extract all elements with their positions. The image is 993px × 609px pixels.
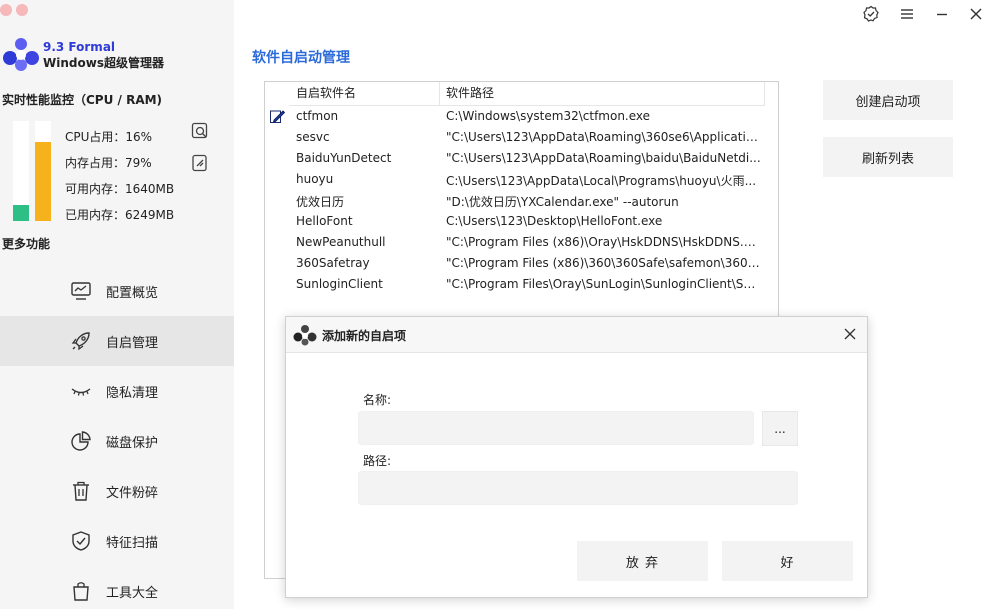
used-memory-label: 已用内存：6249MB	[65, 208, 175, 222]
cell-name: BaiduYunDetect	[296, 151, 392, 165]
table-row[interactable]: HelloFont C:\Users\123\Desktop\HelloFont.…	[265, 211, 765, 232]
app-name: 9.3 Formal	[43, 40, 116, 54]
menu-icon[interactable]	[898, 5, 916, 23]
table-row[interactable]: NewPeanuthull "C:\Program Files (x86)\Ora…	[265, 232, 765, 253]
minimize-icon[interactable]	[933, 5, 951, 23]
cpu-usage-fill	[13, 205, 29, 221]
cell-path: C:\Windows\system32\ctfmon.exe	[446, 109, 651, 123]
table-row[interactable]: sesvc "C:\Users\123\AppData\Roaming\360se…	[265, 127, 765, 148]
cell-name: 优效日历	[296, 195, 345, 209]
column-header-name[interactable]: 自启软件名	[289, 82, 440, 106]
nav-item-shredder[interactable]: 文件粉碎	[0, 466, 234, 516]
nav-item-startup[interactable]: 自启管理	[0, 316, 234, 366]
cell-path: "C:\Users\123\AppData\Roaming\360se6\App…	[446, 130, 761, 144]
rocket-icon	[71, 332, 90, 351]
table-row[interactable]: 优效日历 "D:\优效日历\YXCalendar.exe" --autorun	[265, 190, 765, 211]
nav-item-scan[interactable]: 特征扫描	[0, 516, 234, 566]
cell-name: sesvc	[296, 130, 330, 144]
pie-chart-icon	[71, 431, 91, 451]
shield-icon	[72, 531, 90, 551]
path-input[interactable]	[358, 471, 798, 505]
nav-label: 文件粉碎	[106, 485, 159, 501]
verified-badge-icon[interactable]	[862, 5, 880, 23]
cell-path: C:\Users\123\AppData\Local\Programs\huoy…	[446, 174, 757, 188]
dialog-title: 添加新的自启项	[322, 329, 407, 343]
monitor-icon	[71, 282, 91, 300]
close-icon[interactable]	[967, 5, 985, 23]
perf-title: 实时性能监控（CPU / RAM)	[2, 93, 163, 107]
nav-label: 特征扫描	[106, 535, 159, 551]
memory-usage-fill	[35, 142, 51, 221]
cpu-usage-label: CPU占用：16%	[65, 130, 153, 144]
nav-label: 工具大全	[106, 585, 159, 601]
available-memory-label: 可用内存：1640MB	[65, 182, 175, 196]
cancel-button[interactable]: 放 弃	[577, 541, 708, 581]
nav-label: 配置概览	[106, 285, 159, 301]
eye-closed-icon	[71, 388, 91, 396]
close-window-dot[interactable]	[0, 4, 12, 16]
nav-label: 磁盘保护	[106, 435, 159, 451]
table-row[interactable]: ctfmon C:\Windows\system32\ctfmon.exe	[265, 106, 765, 127]
cell-path: "C:\Program Files\Oray\SunLogin\Sunlogin…	[446, 277, 761, 291]
bag-icon	[73, 582, 89, 601]
create-startup-button[interactable]: 创建启动项	[823, 80, 953, 120]
refresh-list-button[interactable]: 刷新列表	[823, 137, 953, 177]
add-startup-dialog: 添加新的自启项 名称: ... 路径: 放 弃 好	[285, 316, 868, 598]
memory-clean-icon[interactable]	[191, 154, 209, 172]
name-input[interactable]	[358, 411, 754, 445]
cell-path: C:\Users\123\Desktop\HelloFont.exe	[446, 214, 663, 228]
close-icon[interactable]	[842, 326, 858, 342]
cell-name: 360Safetray	[296, 256, 370, 270]
cell-name: ctfmon	[296, 109, 339, 123]
memory-usage-label: 内存占用：79%	[65, 156, 152, 170]
cell-path: "D:\优效日历\YXCalendar.exe" --autorun	[446, 195, 679, 209]
nav-item-disk[interactable]: 磁盘保护	[0, 416, 234, 466]
cpu-usage-bar	[13, 121, 29, 221]
more-features-title: 更多功能	[2, 237, 51, 251]
memory-usage-bar	[35, 121, 51, 221]
page-title: 软件自启动管理	[252, 50, 350, 66]
dialog-header: 添加新的自启项	[286, 317, 867, 353]
ok-button[interactable]: 好	[722, 541, 853, 581]
cell-path: "C:\Program Files (x86)\Oray\HskDDNS\Hsk…	[446, 235, 761, 249]
cell-path: "C:\Program Files (x86)\360\360Safe\safe…	[446, 256, 761, 270]
column-header-path[interactable]: 软件路径	[440, 82, 765, 106]
table-row[interactable]: huoyu C:\Users\123\AppData\Local\Programs…	[265, 169, 765, 190]
cell-name: SunloginClient	[296, 277, 383, 291]
table-row[interactable]: BaiduYunDetect "C:\Users\123\AppData\Roam…	[265, 148, 765, 169]
table-row[interactable]: 360Safetray "C:\Program Files (x86)\360\3…	[265, 253, 765, 274]
nav-item-overview[interactable]: 配置概览	[0, 266, 234, 316]
trash-icon	[73, 481, 89, 501]
nav-item-tools[interactable]: 工具大全	[0, 566, 234, 609]
minimize-window-dot[interactable]	[16, 4, 28, 16]
app-logo-icon	[3, 38, 39, 71]
cell-name: HelloFont	[296, 214, 353, 228]
app-subtitle: Windows超级管理器	[43, 56, 164, 70]
nav-label: 隐私清理	[106, 385, 159, 401]
cell-name: NewPeanuthull	[296, 235, 386, 249]
browse-button[interactable]: ...	[762, 411, 798, 446]
cell-path: "C:\Users\123\AppData\Roaming\baidu\Baid…	[446, 151, 761, 165]
table-row[interactable]: SunloginClient "C:\Program Files\Oray\Sun…	[265, 274, 765, 295]
window-controls	[0, 4, 28, 16]
cpu-detail-icon[interactable]	[191, 122, 209, 140]
nav-item-privacy[interactable]: 隐私清理	[0, 366, 234, 416]
cell-name: huoyu	[296, 172, 334, 186]
app-logo-icon	[293, 325, 317, 346]
sidebar: 9.3 Formal Windows超级管理器 实时性能监控（CPU / RAM…	[0, 0, 234, 609]
name-field-label: 名称:	[363, 393, 392, 407]
path-field-label: 路径:	[363, 454, 392, 468]
nav-label: 自启管理	[106, 335, 159, 351]
edit-row-icon[interactable]	[269, 108, 285, 124]
